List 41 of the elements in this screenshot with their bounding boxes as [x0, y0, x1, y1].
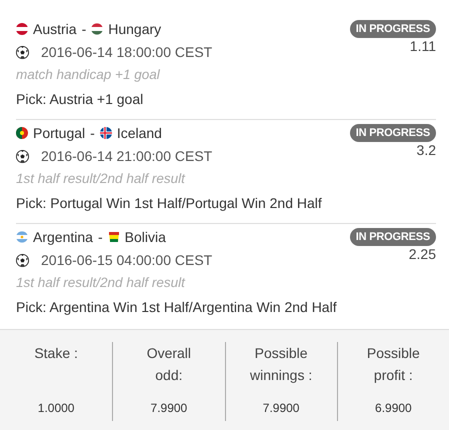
soccer-ball-icon — [16, 254, 29, 266]
odd-value: 1.11 — [410, 38, 436, 54]
pick-text: Pick: Portugal Win 1st Half/Portugal Win 2nd Half — [16, 194, 323, 213]
team-name: Austria — [33, 20, 77, 39]
summary-value: 7.9900 — [262, 401, 300, 415]
separator: - — [82, 20, 86, 39]
flag-icon — [100, 127, 112, 139]
flag-icon — [16, 23, 28, 35]
market-name: 1st half result/2nd half result — [16, 170, 186, 188]
status-badge: IN PROGRESS — [350, 20, 436, 38]
market-name: match handicap +1 goal — [16, 66, 161, 84]
summary-label: Possible profit : — [366, 344, 421, 385]
odd-value: 2.25 — [408, 246, 436, 262]
separator: - — [98, 228, 103, 247]
summary-label: Possible winnings : — [248, 344, 314, 385]
summary-value: 7.9900 — [150, 401, 188, 415]
market-name: 1st half result/2nd half result — [16, 274, 186, 292]
team-name: Iceland — [116, 124, 162, 143]
match-datetime: 2016-06-15 04:00:00 CEST — [41, 251, 212, 270]
flag-icon — [16, 231, 28, 243]
flag-icon — [108, 231, 120, 243]
team-name: Portugal — [33, 124, 86, 143]
summary-label: Overall odd: — [146, 344, 192, 385]
odd-value: 3.2 — [416, 142, 436, 158]
pick-text: Pick: Argentina Win 1st Half/Argentina Win 2nd Half — [16, 298, 338, 317]
flag-icon — [16, 127, 28, 139]
summary-value: 6.9900 — [375, 401, 412, 415]
soccer-ball-icon — [16, 46, 29, 58]
summary-label: Stake : — [34, 344, 78, 363]
match-datetime: 2016-06-14 18:00:00 CEST — [41, 43, 212, 62]
match-datetime: 2016-06-14 21:00:00 CEST — [41, 147, 212, 166]
separator: - — [90, 124, 95, 143]
status-badge: IN PROGRESS — [350, 124, 436, 142]
status-badge: IN PROGRESS — [350, 228, 436, 246]
flag-icon — [91, 23, 104, 35]
team-name: Argentina — [33, 228, 93, 247]
team-name: Hungary — [108, 20, 162, 39]
summary-value: 1.0000 — [38, 401, 74, 415]
soccer-ball-icon — [16, 150, 29, 162]
pick-text: Pick: Austria +1 goal — [16, 90, 144, 109]
team-name: Bolivia — [124, 228, 166, 247]
